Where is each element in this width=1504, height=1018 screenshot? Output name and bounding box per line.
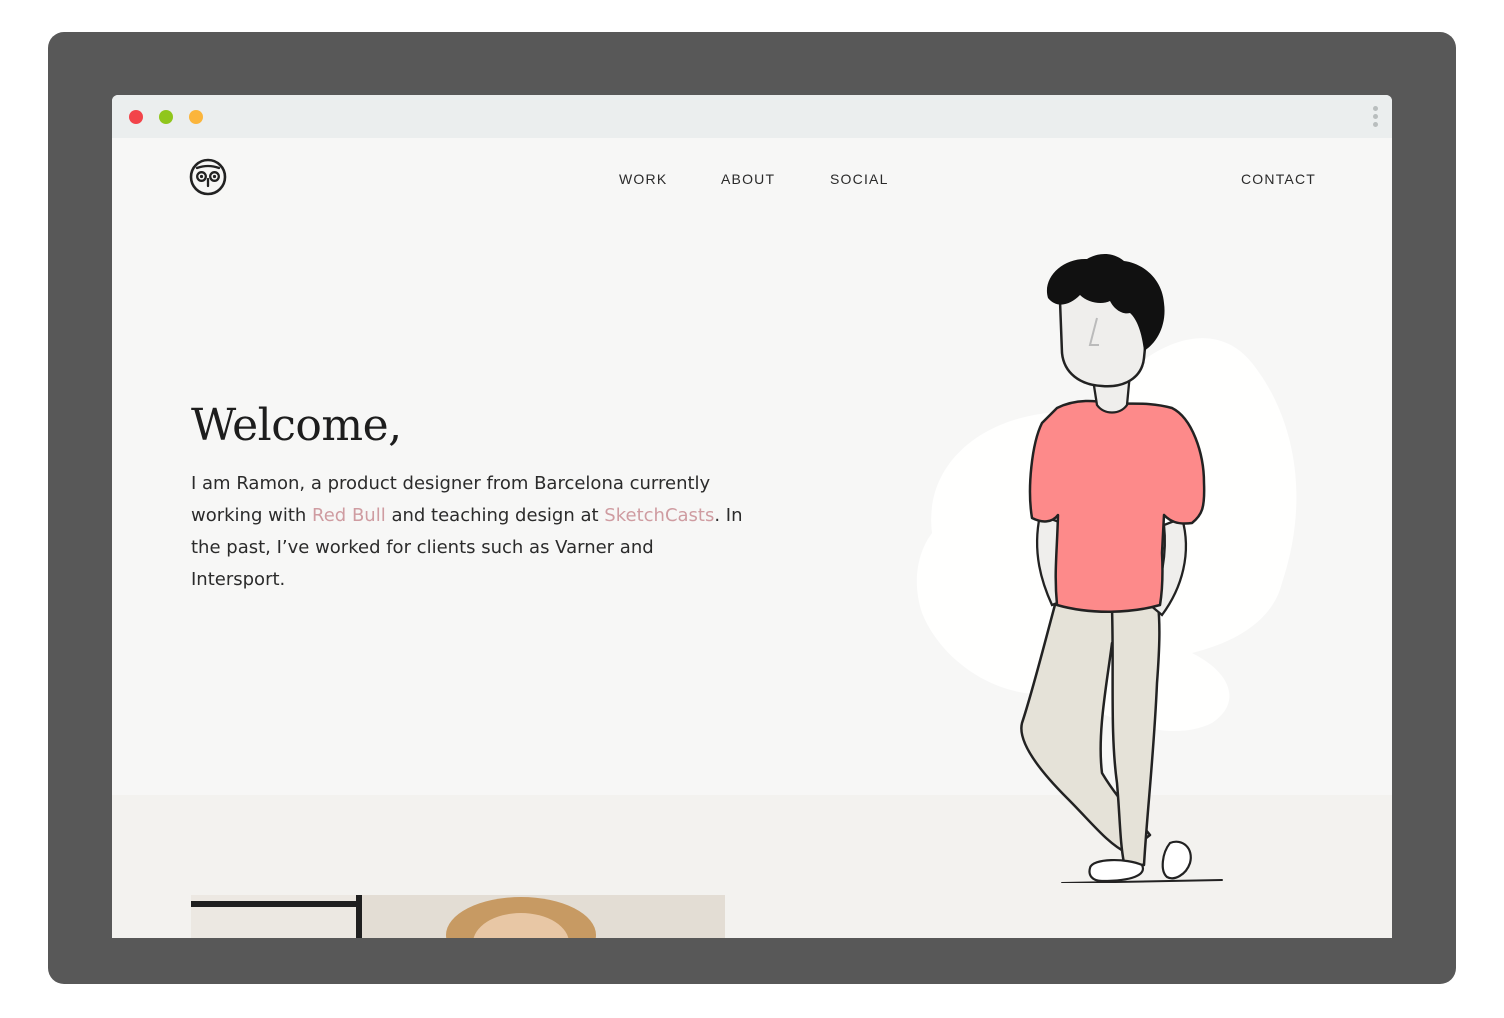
minimize-window-button[interactable] [159, 110, 173, 124]
page-content: WORK ABOUT SOCIAL CONTACT Welcome, I am … [112, 138, 1392, 938]
owl-face-logo-icon[interactable] [189, 158, 227, 196]
nav-link-contact[interactable]: CONTACT [1241, 171, 1316, 187]
browser-title-bar [112, 95, 1392, 138]
nav-link-social[interactable]: SOCIAL [830, 171, 889, 187]
hero-intro-middle: and teaching design at [385, 505, 605, 526]
sketchcasts-link[interactable]: SketchCasts [604, 505, 714, 526]
man-standing-illustration [916, 254, 1297, 883]
hero-intro-text: I am Ramon, a product designer from Barc… [191, 468, 751, 596]
nav-link-work[interactable]: WORK [619, 171, 667, 187]
hero-title: Welcome, [191, 400, 402, 451]
browser-window: WORK ABOUT SOCIAL CONTACT Welcome, I am … [112, 95, 1392, 938]
close-window-button[interactable] [129, 110, 143, 124]
portrait-photo [191, 895, 725, 938]
kebab-menu-icon[interactable] [1371, 106, 1379, 130]
red-bull-link[interactable]: Red Bull [312, 505, 386, 526]
nav-link-about[interactable]: ABOUT [721, 171, 775, 187]
maximize-window-button[interactable] [189, 110, 203, 124]
